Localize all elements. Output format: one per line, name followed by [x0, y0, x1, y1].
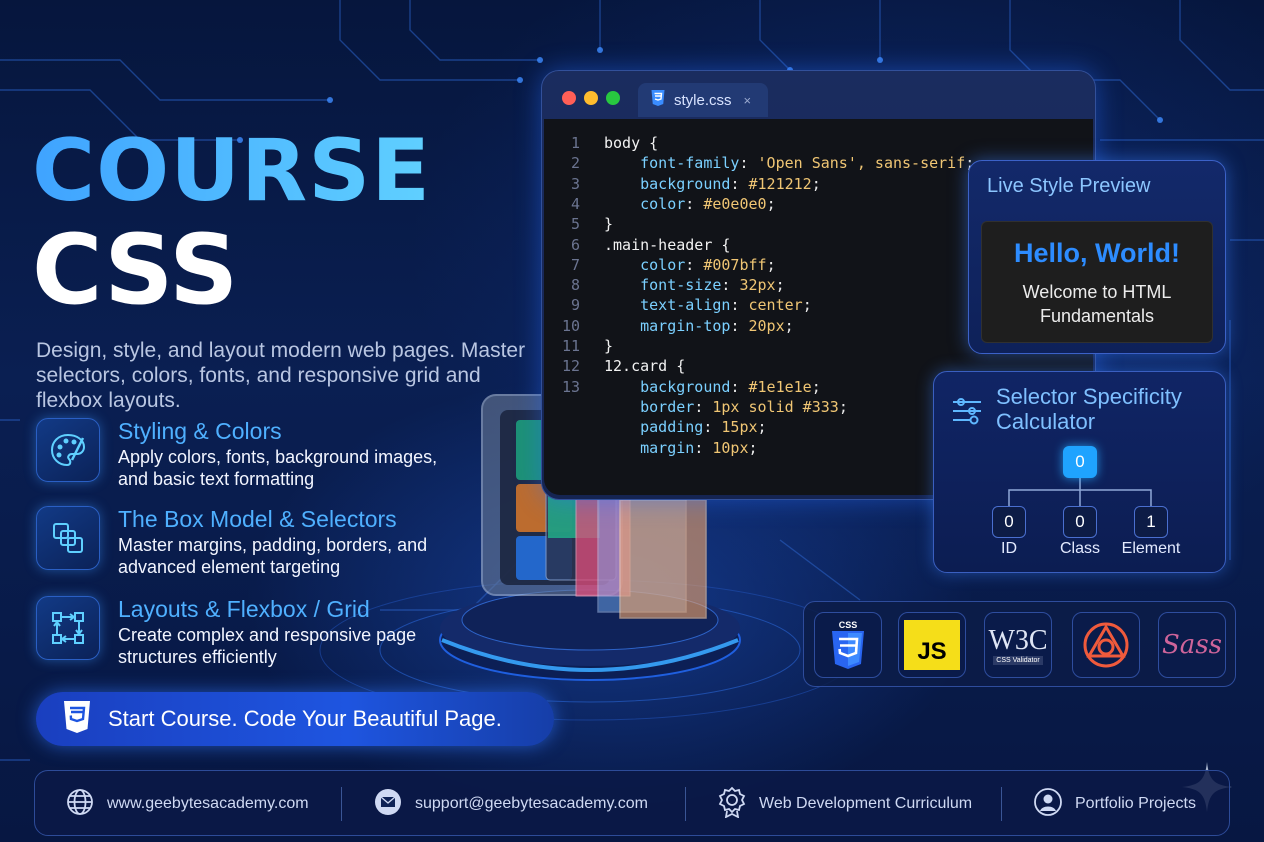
code-text: color: #007bff;	[640, 255, 776, 274]
sass-logo[interactable]: Sass	[1158, 612, 1226, 678]
js-logo-text: JS	[917, 638, 947, 665]
code-text: 12.card {	[604, 357, 686, 376]
footer-divider	[685, 787, 686, 821]
footer-website-text: www.geebytesacademy.com	[107, 795, 309, 812]
footer-email-text: support@geebytesacademy.com	[415, 795, 648, 812]
footer-portfolio-link[interactable]: Portfolio Projects	[1033, 771, 1196, 837]
line-number: 9	[570, 296, 580, 315]
code-text: font-size: 32px;	[640, 276, 785, 295]
footer-email-link[interactable]: support@geebytesacademy.com	[373, 771, 648, 837]
css3-icon	[650, 89, 666, 112]
footer-curriculum-text: Web Development Curriculum	[759, 795, 973, 812]
sass-logo-text: Sass	[1162, 630, 1222, 660]
footer-website-link[interactable]: www.geebytesacademy.com	[65, 771, 309, 837]
line-number: 4	[570, 194, 580, 213]
line-number: 11	[561, 337, 580, 355]
line-number: 10	[561, 316, 580, 335]
maximize-window-dot[interactable]	[606, 91, 620, 105]
live-style-preview-panel: Live Style Preview Hello, World! Welcome…	[968, 160, 1226, 354]
hero-description: Design, style, and layout modern web pag…	[36, 339, 526, 412]
line-number: 7	[570, 255, 580, 274]
w3c-validator-logo[interactable]: W3C CSS Validator	[984, 612, 1052, 678]
footer-portfolio-text: Portfolio Projects	[1075, 795, 1196, 812]
feature-description: Apply colors, fonts, background images, …	[118, 447, 438, 489]
triangle-circle-logo[interactable]	[1072, 612, 1140, 678]
code-text: font-family: 'Open Sans', sans-serif;	[640, 154, 975, 173]
line-number: 12	[561, 357, 580, 376]
specificity-element-label: Element	[1121, 540, 1181, 557]
feature-styling-colors: Styling & Colors Apply colors, fonts, ba…	[36, 418, 476, 489]
line-number: 5	[570, 215, 580, 234]
hero-title-course: COURSE	[32, 121, 431, 221]
specificity-class-label: Class	[1059, 540, 1100, 557]
css3-icon	[62, 699, 92, 740]
line-number: 3	[570, 174, 580, 193]
code-text: color: #e0e0e0;	[640, 194, 776, 213]
feature-box-model: The Box Model & Selectors Master margins…	[36, 506, 476, 577]
code-text: padding: 15px;	[640, 418, 767, 437]
w3c-logo-subtext: CSS Validator	[993, 655, 1043, 665]
badge-icon	[717, 786, 747, 823]
selector-specificity-panel: Selector Specificity Calculator 0 0 0 1 …	[933, 371, 1226, 573]
tab-label: style.css	[674, 91, 732, 109]
code-text: .main-header {	[604, 235, 731, 254]
cta-label: Start Course. Code Your Beautiful Page.	[108, 706, 502, 731]
line-number: 6	[570, 235, 580, 254]
code-text: background: #1e1e1e;	[640, 377, 821, 396]
footer-bar: www.geebytesacademy.com support@geebytes…	[34, 770, 1230, 836]
css3-logo-text: CSS	[839, 620, 858, 630]
hero-title-css: CSS	[32, 214, 239, 326]
line-number: 8	[570, 276, 580, 295]
globe-icon	[65, 787, 95, 822]
line-number: 13	[561, 377, 580, 396]
minimize-window-dot[interactable]	[584, 91, 598, 105]
w3c-logo-text: W3C	[988, 624, 1048, 656]
feature-description: Create complex and responsive page struc…	[118, 625, 417, 667]
specificity-element-value: 1	[1134, 506, 1168, 538]
footer-curriculum-link[interactable]: Web Development Curriculum	[717, 771, 972, 837]
specificity-id-value: 0	[992, 506, 1026, 538]
css3-logo[interactable]: CSS	[814, 612, 882, 678]
line-number: 1	[570, 134, 580, 152]
feature-description: Master margins, padding, borders, and ad…	[118, 535, 428, 577]
feature-title: Styling & Colors	[118, 418, 282, 444]
user-icon	[1033, 787, 1063, 822]
feature-title: Layouts & Flexbox / Grid	[118, 596, 370, 622]
code-text: }	[604, 215, 614, 234]
specificity-id-label: ID	[1001, 540, 1017, 557]
code-text: body {	[604, 134, 659, 152]
code-text: margin-top: 20px;	[640, 316, 794, 335]
feature-layouts: Layouts & Flexbox / Grid Create complex …	[36, 596, 476, 667]
preview-body-text: Welcome to HTML Fundamentals	[1022, 282, 1172, 326]
specificity-total: 0	[1063, 446, 1097, 478]
code-text: }	[604, 337, 614, 355]
tools-strip: CSS JS W3C CSS Validator Sass	[803, 601, 1236, 687]
tab-close-icon[interactable]: ×	[744, 93, 752, 108]
line-number: 2	[570, 154, 580, 173]
tab-style-css[interactable]: style.css ×	[638, 83, 768, 117]
javascript-logo[interactable]: JS	[898, 612, 966, 678]
feature-title: The Box Model & Selectors	[118, 506, 397, 532]
start-course-button[interactable]: Start Course. Code Your Beautiful Page.	[36, 692, 554, 746]
layout-arrows-icon	[36, 596, 100, 660]
layers-icon	[36, 506, 100, 570]
code-text: margin: 10px;	[640, 438, 758, 457]
code-text: border: 1px solid #333;	[640, 397, 848, 416]
preview-canvas: Hello, World! Welcome to HTML Fundamenta…	[981, 221, 1213, 343]
specificity-class-value: 0	[1063, 506, 1097, 538]
code-text: text-align: center;	[640, 296, 812, 315]
footer-divider	[341, 787, 342, 821]
close-window-dot[interactable]	[562, 91, 576, 105]
palette-icon	[36, 418, 100, 482]
preview-heading: Hello, World!	[1014, 238, 1180, 268]
code-line: 1 body {	[544, 133, 1093, 153]
preview-title: Live Style Preview	[987, 175, 1151, 197]
footer-divider	[1001, 787, 1002, 821]
mail-icon	[373, 787, 403, 822]
code-text: background: #121212;	[640, 174, 821, 193]
